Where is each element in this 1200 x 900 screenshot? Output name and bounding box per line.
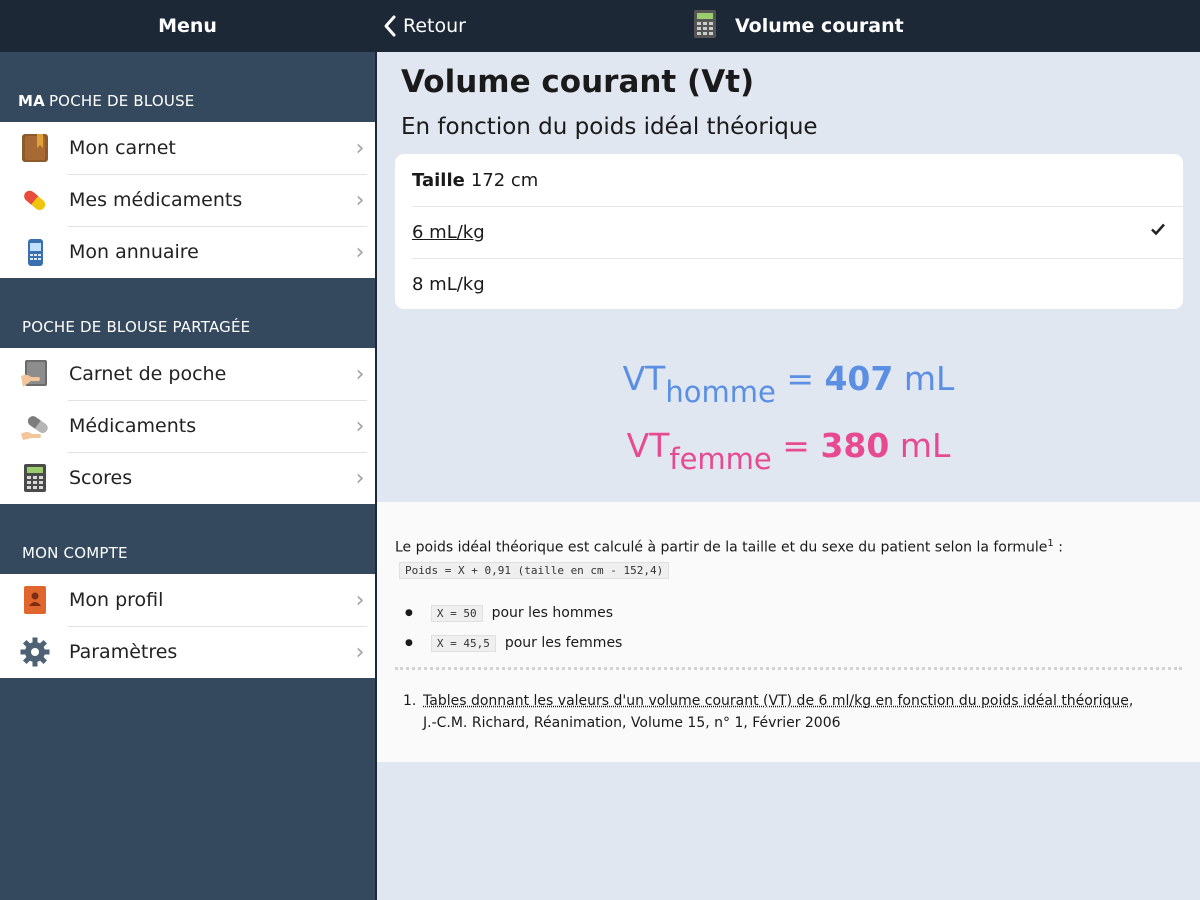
results: VThomme = 407 mL VTfemme = 380 mL xyxy=(377,352,1200,486)
calculator-subtitle: En fonction du poids idéal théorique xyxy=(401,114,818,140)
info-panel: Le poids idéal théorique est calculé à p… xyxy=(377,502,1200,762)
sidebar-item-label: Mon profil xyxy=(69,589,164,611)
pocket-book-icon xyxy=(18,358,52,390)
sidebar-item-label: Scores xyxy=(69,467,133,489)
chevron-right-icon: › xyxy=(355,413,365,439)
menu-list-poche-partagee: Carnet de poche › Médicaments › Scores › xyxy=(0,348,375,504)
sidebar-item-mon-profil[interactable]: Mon profil › xyxy=(0,574,375,626)
footnote-source: J.-C.M. Richard, Réanimation, Volume 15,… xyxy=(423,715,841,731)
option-6-ml-kg[interactable]: 6 mL/kg xyxy=(395,206,1183,258)
chevron-right-icon: › xyxy=(355,465,365,491)
sidebar-title: Menu xyxy=(0,0,375,52)
footnote: 1. Tables donnant les valeurs d'un volum… xyxy=(403,690,1133,734)
menu-list-mon-compte: Mon profil › Paramètres › xyxy=(0,574,375,678)
top-bar: Retour Volume courant xyxy=(375,0,1200,52)
result-female-value: 380 xyxy=(820,426,890,465)
pills-icon xyxy=(18,410,52,442)
height-row[interactable]: Taille 172 cm xyxy=(395,154,1183,206)
sidebar-item-medicaments[interactable]: Médicaments › xyxy=(0,400,375,452)
result-male-value: 407 xyxy=(824,359,894,398)
calculator-icon xyxy=(18,462,52,494)
divider xyxy=(395,667,1182,670)
sidebar-item-label: Médicaments xyxy=(69,415,197,437)
calculator-icon xyxy=(693,9,717,44)
sidebar-item-mon-carnet[interactable]: Mon carnet › xyxy=(0,122,375,174)
chevron-right-icon: › xyxy=(355,639,365,665)
option-8-ml-kg[interactable]: 8 mL/kg xyxy=(395,258,1183,310)
height-value: 172 cm xyxy=(470,169,539,191)
sidebar-item-label: Mon annuaire xyxy=(69,241,199,263)
section-title-mon-compte: MON COMPTE xyxy=(22,544,128,562)
result-male: VThomme = 407 mL xyxy=(622,359,955,409)
checkmark-icon xyxy=(1151,223,1165,236)
formula-code: Poids = X + 0,91 (taille en cm - 152,4) xyxy=(399,562,670,579)
sidebar-item-carnet-de-poche[interactable]: Carnet de poche › xyxy=(0,348,375,400)
sidebar-item-mes-medicaments[interactable]: Mes médicaments › xyxy=(0,174,375,226)
height-label: Taille xyxy=(412,169,465,191)
sidebar-item-mon-annuaire[interactable]: Mon annuaire › xyxy=(0,226,375,278)
info-intro: Le poids idéal théorique est calculé à p… xyxy=(395,538,1063,556)
page-title: Volume courant xyxy=(693,0,904,52)
chevron-left-icon xyxy=(384,15,396,37)
sidebar-item-label: Mes médicaments xyxy=(69,189,243,211)
calculator-title: Volume courant (Vt) xyxy=(401,64,755,100)
menu-list-ma-poche: Mon carnet › Mes médicaments › Mon annua… xyxy=(0,122,375,278)
sidebar: Menu MA POCHE DE BLOUSE Mon carnet › Mes … xyxy=(0,0,375,900)
profile-icon xyxy=(18,584,52,616)
phone-icon xyxy=(18,236,52,268)
option-label: 8 mL/kg xyxy=(412,273,485,295)
back-label: Retour xyxy=(403,15,466,37)
sidebar-item-scores[interactable]: Scores › xyxy=(0,452,375,504)
section-title-ma-poche: MA POCHE DE BLOUSE xyxy=(18,92,195,110)
sidebar-item-label: Mon carnet xyxy=(69,137,176,159)
result-female: VTfemme = 380 mL xyxy=(626,426,951,476)
footnote-link[interactable]: Tables donnant les valeurs d'un volume c… xyxy=(423,690,1133,712)
chevron-right-icon: › xyxy=(355,587,365,613)
sidebar-item-label: Carnet de poche xyxy=(69,363,227,385)
page-title-text: Volume courant xyxy=(735,15,904,37)
list-item: X = 50pour les hommes xyxy=(405,598,622,628)
chevron-right-icon: › xyxy=(355,239,365,265)
options-card: Taille 172 cm 6 mL/kg 8 mL/kg xyxy=(395,154,1183,309)
chevron-right-icon: › xyxy=(355,187,365,213)
main-content: Volume courant (Vt) En fonction du poids… xyxy=(375,52,1200,900)
list-item: X = 45,5pour les femmes xyxy=(405,628,622,658)
back-button[interactable]: Retour xyxy=(383,0,466,52)
section-title-poche-partagee: POCHE DE BLOUSE PARTAGÉE xyxy=(22,318,251,336)
bullet-list: X = 50pour les hommes X = 45,5pour les f… xyxy=(405,598,622,658)
chevron-right-icon: › xyxy=(355,135,365,161)
pill-icon xyxy=(18,184,52,216)
notebook-icon xyxy=(18,132,52,164)
gear-icon xyxy=(18,636,52,668)
sidebar-item-label: Paramètres xyxy=(69,641,178,663)
sidebar-item-parametres[interactable]: Paramètres › xyxy=(0,626,375,678)
option-label: 6 mL/kg xyxy=(412,221,485,243)
chevron-right-icon: › xyxy=(355,361,365,387)
